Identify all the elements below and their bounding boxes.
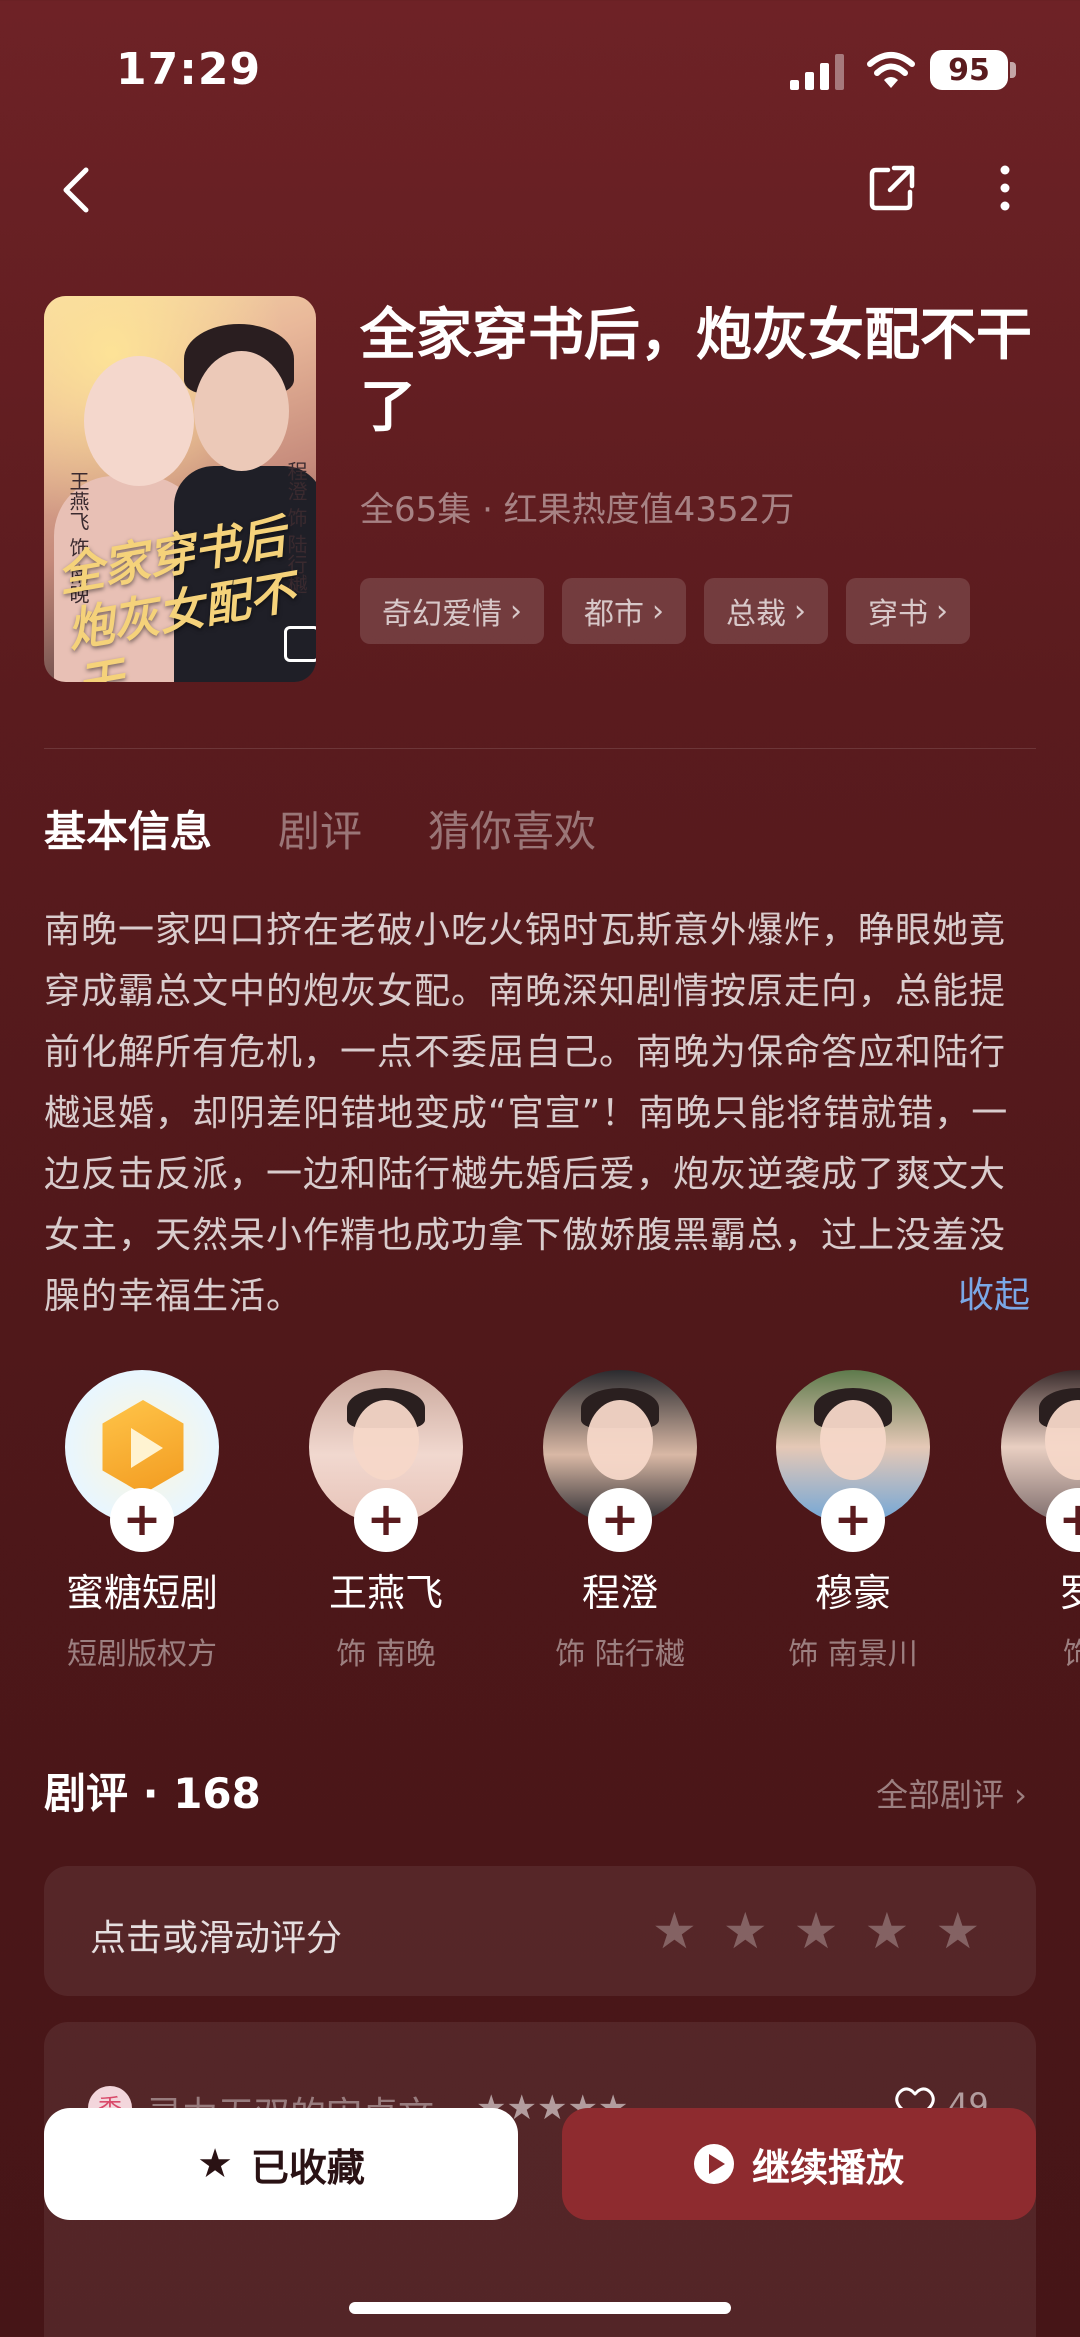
cast-name: 程澄	[581, 1571, 658, 1615]
poster-face-female	[84, 356, 194, 486]
wifi-icon	[867, 52, 915, 88]
genre-tag[interactable]: 穿书 ›	[846, 578, 970, 644]
cast-name: 穆豪	[814, 1571, 891, 1615]
avatar-face	[820, 1400, 886, 1480]
cast-item[interactable]: + 穆豪 饰 南景川	[753, 1370, 953, 1673]
star-icon[interactable]: ★	[864, 1904, 909, 1958]
status-time: 17:29	[116, 44, 262, 95]
cast-role: 饰	[1063, 1637, 1080, 1672]
play-icon	[131, 1428, 163, 1468]
star-icon[interactable]: ★	[794, 1904, 839, 1958]
genre-tag-label: 穿书	[868, 597, 928, 632]
chevron-right-icon: ›	[652, 593, 664, 629]
continue-play-label: 继续播放	[751, 2145, 904, 2190]
genre-tag-label: 都市	[584, 597, 644, 632]
bottom-action-bar: ★ 已收藏 继续播放	[0, 2108, 1080, 2337]
star-icon[interactable]: ★	[723, 1904, 768, 1958]
follow-button[interactable]: +	[588, 1488, 652, 1552]
cast-item[interactable]: + 王燕飞 饰 南晚	[286, 1370, 486, 1673]
genre-tag[interactable]: 总裁 ›	[704, 578, 828, 644]
tab-basic-info[interactable]: 基本信息	[44, 798, 212, 862]
star-icon[interactable]: ★	[652, 1904, 697, 1958]
share-icon[interactable]	[862, 158, 922, 218]
tab-recommendations[interactable]: 猜你喜欢	[428, 798, 596, 862]
play-icon	[693, 2144, 734, 2184]
genre-tag-label: 总裁	[726, 597, 786, 632]
cast-role: 短剧版权方	[67, 1637, 217, 1672]
show-meta: 全65集 · 红果热度值4352万	[360, 490, 795, 530]
collapse-link[interactable]: 收起	[958, 1266, 1030, 1318]
cast-role: 饰 南景川	[788, 1637, 918, 1672]
status-bar: 17:29 95	[0, 0, 1080, 140]
star-icon[interactable]: ★	[935, 1904, 980, 1958]
back-icon[interactable]	[50, 160, 110, 220]
chevron-right-icon: ›	[794, 593, 806, 629]
follow-button[interactable]: +	[110, 1488, 174, 1552]
cast-item[interactable]: + 蜜糖短剧 短剧版权方	[42, 1370, 242, 1673]
continue-play-button[interactable]: 继续播放	[562, 2108, 1036, 2220]
cast-role: 饰 陆行樾	[555, 1637, 685, 1672]
rating-prompt: 点击或滑动评分	[90, 1918, 343, 1959]
synopsis-text: 南晚一家四口挤在老破小吃火锅时瓦斯意外爆炸，睁眼她竟穿成霸总文中的炮灰女配。南晚…	[44, 910, 1009, 1317]
show-title: 全家穿书后，炮灰女配不干了	[360, 303, 1032, 440]
cast-name: 蜜糖短剧	[65, 1571, 218, 1615]
genre-tag-label: 奇幻爱情	[382, 597, 502, 632]
rating-card[interactable]: 点击或滑动评分 ★ ★ ★ ★ ★	[44, 1866, 1036, 1996]
home-indicator[interactable]	[349, 2302, 731, 2314]
follow-button[interactable]: +	[354, 1488, 418, 1552]
star-icon: ★	[197, 2141, 233, 2187]
poster-badge-icon	[284, 626, 316, 662]
chevron-right-icon: ›	[936, 593, 948, 629]
chevron-right-icon: ›	[510, 593, 522, 629]
cast-role: 饰 南晚	[336, 1637, 436, 1672]
tab-reviews[interactable]: 剧评	[278, 798, 362, 862]
genre-tag[interactable]: 奇幻爱情 ›	[360, 578, 544, 644]
more-options-icon[interactable]	[985, 158, 1025, 218]
detail-tabs: 基本信息 剧评 猜你喜欢	[44, 798, 596, 862]
show-poster[interactable]: 王燕飞 饰 南晚 程澄 饰 陆行樾 全家穿书后 炮灰女配不干	[44, 296, 316, 682]
favorite-label: 已收藏	[250, 2145, 365, 2190]
top-nav	[0, 150, 1080, 230]
cast-name: 罗	[1058, 1571, 1080, 1615]
all-reviews-link[interactable]: 全部剧评 ›	[876, 1770, 1027, 1816]
avatar-face	[587, 1400, 653, 1480]
genre-tags: 奇幻爱情 › 都市 › 总裁 › 穿书 ›	[360, 578, 970, 644]
battery-nub	[1010, 62, 1016, 78]
cast-list: + 蜜糖短剧 短剧版权方 + 王燕飞 饰 南晚 + 程澄 饰 陆行樾 + 穆豪 …	[0, 1370, 1080, 1700]
poster-face-male	[194, 351, 289, 471]
cast-item[interactable]: + 罗 饰	[978, 1370, 1080, 1673]
section-divider	[44, 748, 1036, 749]
follow-button[interactable]: +	[821, 1488, 885, 1552]
reviews-heading: 剧评 · 168	[44, 1769, 261, 1818]
cast-name: 王燕飞	[328, 1571, 443, 1615]
rating-stars[interactable]: ★ ★ ★ ★ ★	[652, 1904, 980, 1958]
cast-item[interactable]: + 程澄 饰 陆行樾	[520, 1370, 720, 1673]
genre-tag[interactable]: 都市 ›	[562, 578, 686, 644]
favorite-button[interactable]: ★ 已收藏	[44, 2108, 518, 2220]
battery-indicator: 95	[930, 50, 1008, 90]
cellular-signal-icon	[790, 54, 844, 90]
avatar-face	[353, 1400, 419, 1480]
